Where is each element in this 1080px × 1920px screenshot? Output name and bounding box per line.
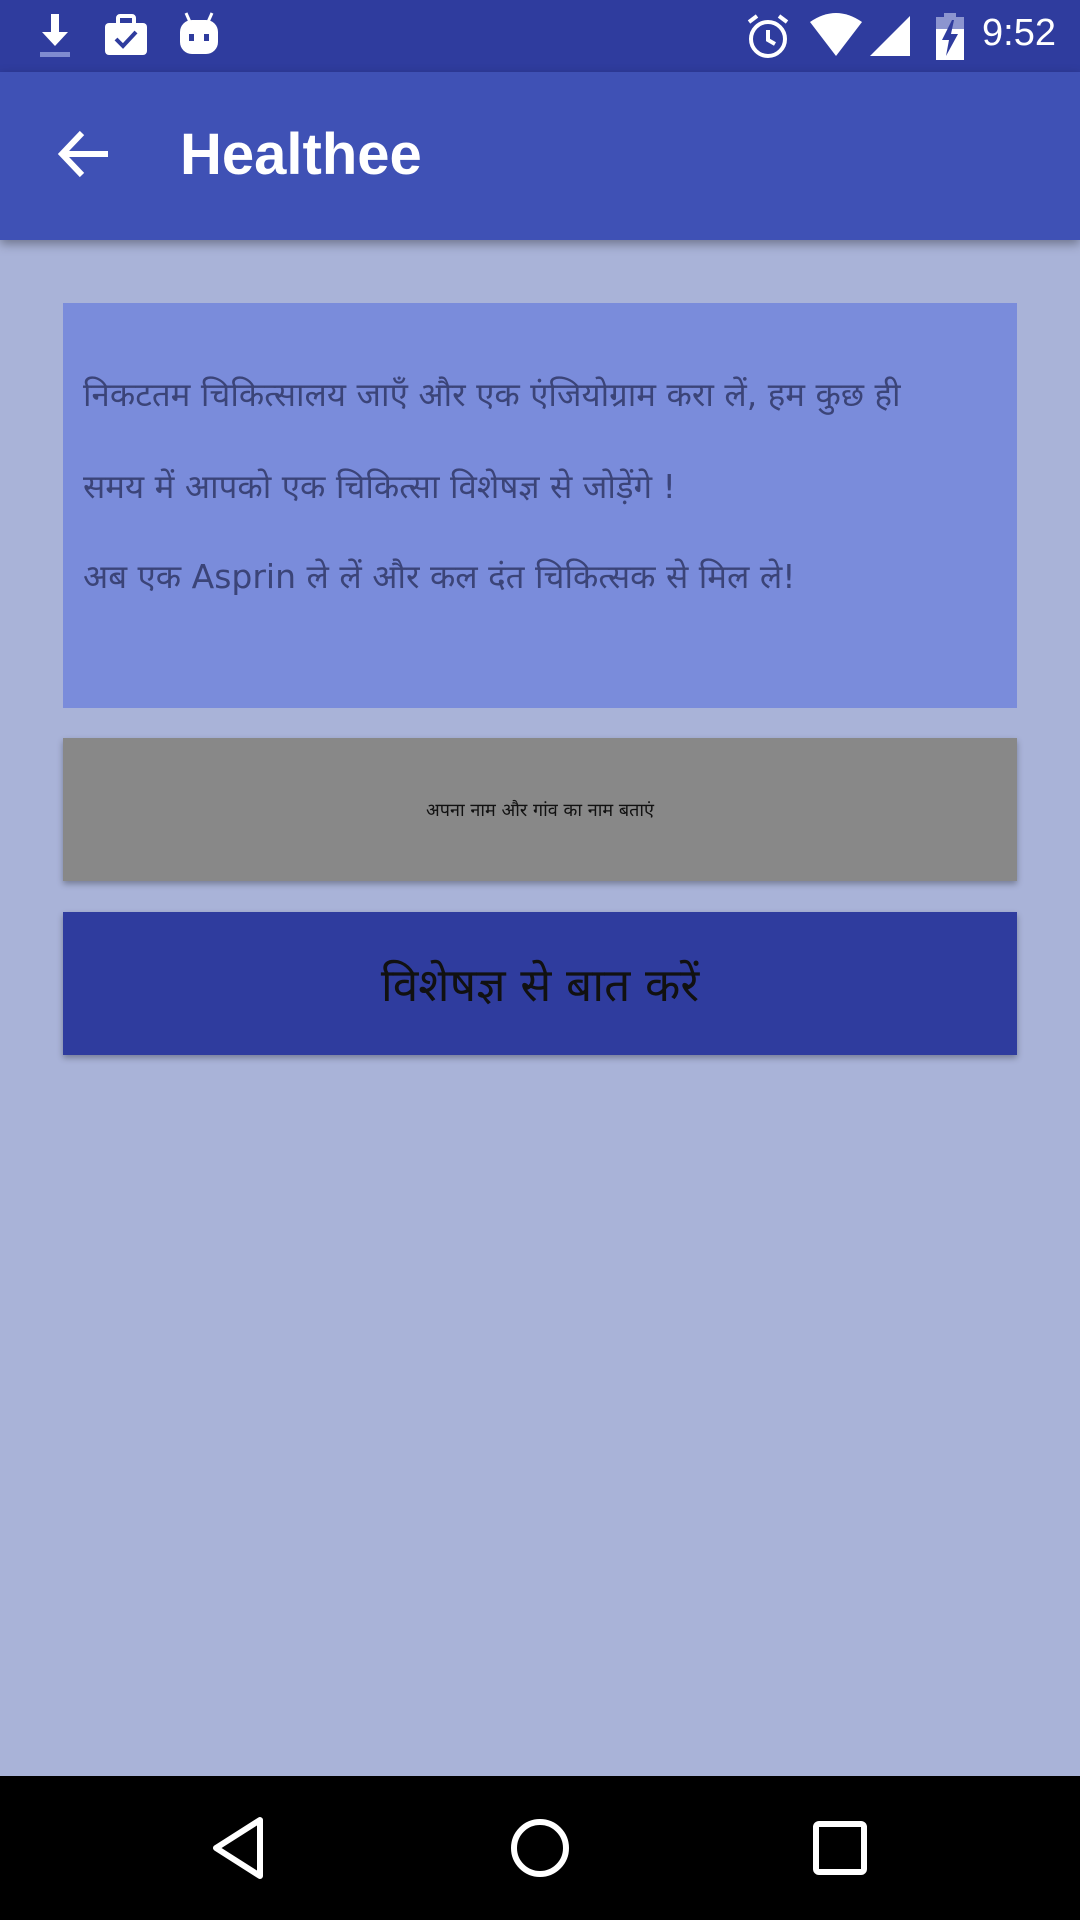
message-card: निकटतम चिकित्सालय जाएँ और एक एंजियोग्राम… bbox=[63, 303, 1017, 708]
home-circle-icon[interactable] bbox=[500, 1808, 580, 1888]
app-title: Healthee bbox=[180, 122, 422, 187]
system-nav-bar bbox=[0, 1776, 1080, 1920]
talk-to-expert-button[interactable]: विशेषज्ञ से बात करें bbox=[63, 912, 1017, 1055]
status-bar: 9:52 bbox=[0, 0, 1080, 72]
alarm-icon bbox=[744, 12, 792, 64]
arrow-left-icon bbox=[56, 129, 112, 183]
name-input-placeholder: अपना नाम और गांव का नाम बताएं bbox=[425, 799, 654, 821]
app-bar: Healthee bbox=[0, 72, 1080, 240]
recents-square-icon[interactable] bbox=[800, 1808, 880, 1888]
status-time: 9:52 bbox=[982, 12, 1056, 54]
message-line-2: समय में आपको एक चिकित्सा विशेषज्ञ से जोड… bbox=[83, 467, 676, 506]
wifi-icon bbox=[808, 12, 864, 62]
back-button[interactable] bbox=[40, 112, 128, 200]
back-triangle-icon[interactable] bbox=[200, 1808, 280, 1888]
talk-to-expert-label: विशेषज्ञ से बात करें bbox=[380, 957, 700, 1012]
name-input-field[interactable]: अपना नाम और गांव का नाम बताएं bbox=[63, 738, 1017, 881]
briefcase-check-icon bbox=[102, 10, 150, 62]
message-line-1: निकटतम चिकित्सालय जाएँ और एक एंजियोग्राम… bbox=[83, 375, 901, 414]
signal-icon bbox=[868, 14, 912, 62]
battery-charging-icon bbox=[934, 12, 966, 66]
download-icon bbox=[36, 10, 74, 64]
android-robot-icon bbox=[176, 10, 222, 64]
message-line-3: अब एक Asprin ले लें और कल दंत चिकित्सक स… bbox=[83, 557, 796, 596]
